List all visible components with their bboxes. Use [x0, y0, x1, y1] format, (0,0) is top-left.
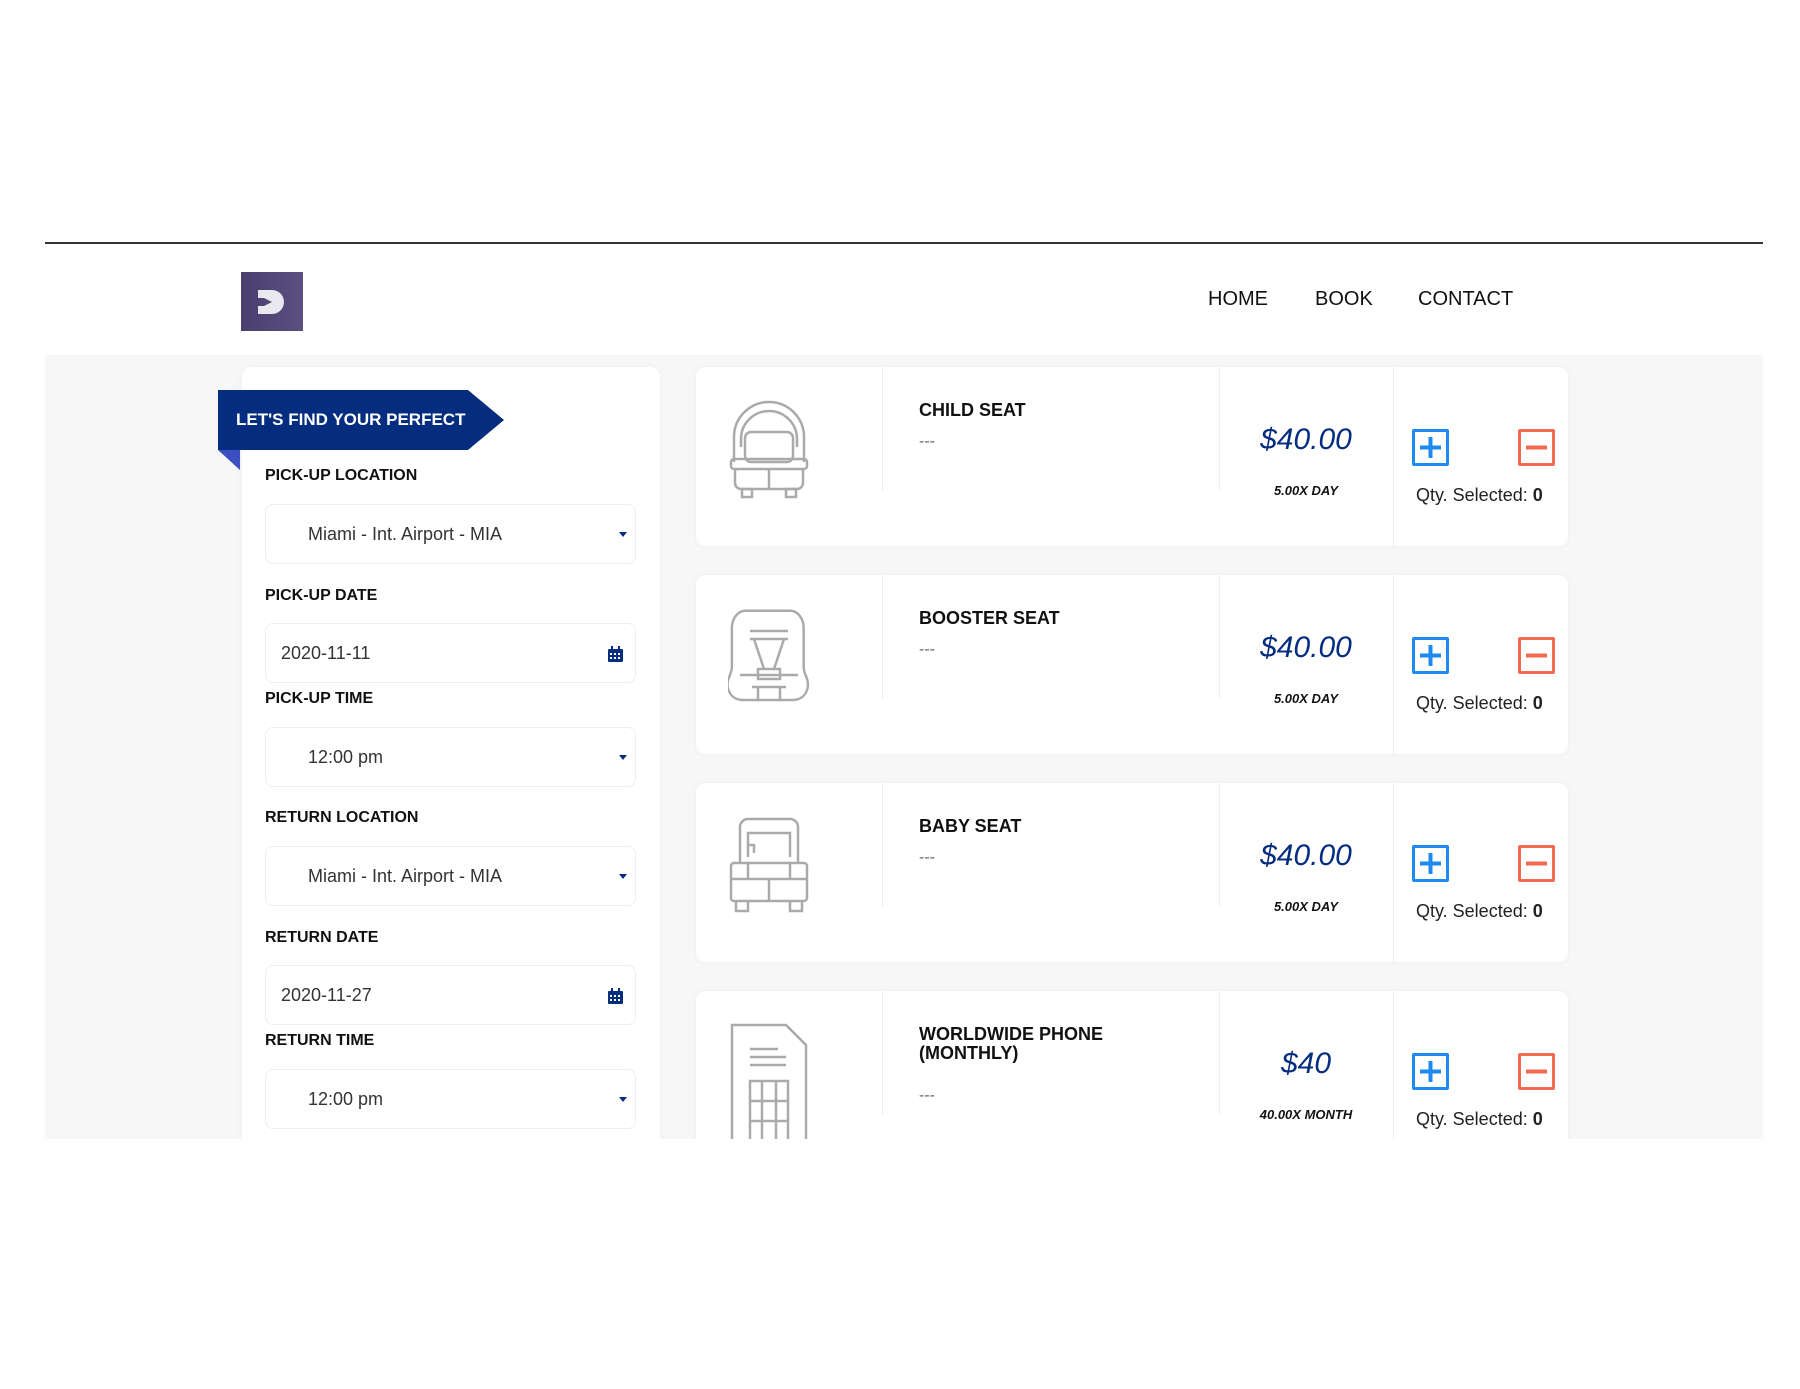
sim-card-icon [728, 1021, 810, 1139]
calendar-icon[interactable] [608, 988, 623, 1004]
minus-icon[interactable] [1518, 429, 1555, 466]
main-content: LET'S FIND YOUR PERFECT CAR PICK-UP LOCA… [45, 355, 1763, 1139]
pickup-location-select[interactable]: Miami - Int. Airport - MIA [265, 504, 636, 564]
return-location-value: Miami - Int. Airport - MIA [308, 865, 503, 886]
extra-description: --- [919, 641, 935, 658]
extra-title: BABY SEAT [919, 816, 1022, 836]
nav-home[interactable]: HOME [1208, 288, 1268, 311]
qty-label: Qty. Selected: [1416, 485, 1528, 505]
divider [1393, 783, 1394, 962]
pickup-date-value: 2020-11-11 [281, 642, 371, 663]
divider [1393, 575, 1394, 754]
extra-description: --- [919, 1087, 935, 1104]
extra-card: BABY SEAT --- $40.00 5.00X DAY Qty. Sele… [696, 783, 1568, 962]
extra-price: $40 [1280, 1047, 1332, 1080]
qty-selected: Qty. Selected: 0 [1416, 901, 1543, 922]
calendar-icon[interactable] [608, 646, 623, 662]
qty-selected: Qty. Selected: 0 [1416, 485, 1543, 506]
qty-value: 0 [1532, 901, 1543, 921]
minus-icon[interactable] [1518, 845, 1555, 882]
divider [1393, 991, 1394, 1139]
divider [1393, 367, 1394, 546]
pickup-location-label: PICK-UP LOCATION [265, 467, 418, 484]
extra-description: --- [919, 433, 935, 450]
chevron-down-icon [619, 1097, 627, 1102]
extra-price-unit: 40.00X MONTH [1259, 1107, 1353, 1122]
qty-selected: Qty. Selected: 0 [1416, 1109, 1543, 1130]
extra-title: BOOSTER SEAT [919, 608, 1060, 628]
pickup-time-select[interactable]: 12:00 pm [265, 727, 636, 787]
minus-icon[interactable] [1518, 637, 1555, 674]
pickup-date-input[interactable]: 2020-11-11 [265, 623, 636, 683]
divider [882, 991, 883, 1115]
chevron-down-icon [619, 874, 627, 879]
return-date-value: 2020-11-27 [281, 984, 372, 1005]
chevron-down-icon [619, 532, 627, 537]
nav-contact[interactable]: CONTACT [1418, 288, 1513, 311]
extra-title: CHILD SEAT [919, 400, 1026, 420]
return-time-select[interactable]: 12:00 pm [265, 1069, 636, 1129]
return-date-label: RETURN DATE [265, 929, 379, 946]
return-time-value: 12:00 pm [308, 1088, 384, 1109]
qty-value: 0 [1532, 1109, 1543, 1129]
plus-icon[interactable] [1412, 429, 1449, 466]
divider [882, 575, 883, 699]
return-location-select[interactable]: Miami - Int. Airport - MIA [265, 846, 636, 906]
return-date-input[interactable]: 2020-11-27 [265, 965, 636, 1025]
qty-value: 0 [1532, 485, 1543, 505]
search-banner: LET'S FIND YOUR PERFECT CAR [218, 390, 504, 450]
qty-value: 0 [1532, 693, 1543, 713]
logo[interactable] [241, 272, 303, 331]
return-time-label: RETURN TIME [265, 1032, 375, 1049]
extra-card: BOOSTER SEAT --- $40.00 5.00X DAY Qty. S… [696, 575, 1568, 754]
extra-price: $40.00 [1260, 423, 1352, 456]
qty-selected: Qty. Selected: 0 [1416, 693, 1543, 714]
nav-book[interactable]: BOOK [1315, 288, 1373, 311]
banner-fold [218, 450, 240, 470]
return-location-label: RETURN LOCATION [265, 809, 419, 826]
baby-seat-icon [728, 813, 810, 922]
pickup-time-value: 12:00 pm [308, 746, 384, 767]
extra-title: WORLDWIDE PHONE (MONTHLY) [919, 1024, 1103, 1063]
extra-price-unit: 5.00X DAY [1273, 483, 1339, 498]
booster-seat-icon [726, 605, 810, 714]
child-seat-icon [728, 397, 810, 506]
extra-card: WORLDWIDE PHONE (MONTHLY) --- $40 40.00X… [696, 991, 1568, 1139]
plus-icon[interactable] [1412, 845, 1449, 882]
pickup-time-label: PICK-UP TIME [265, 690, 374, 707]
chevron-down-icon [619, 755, 627, 760]
extra-price-unit: 5.00X DAY [1273, 691, 1339, 706]
divider [882, 783, 883, 907]
pickup-date-label: PICK-UP DATE [265, 587, 378, 604]
qty-label: Qty. Selected: [1416, 1109, 1528, 1129]
plus-icon[interactable] [1412, 1053, 1449, 1090]
extra-description: --- [919, 849, 935, 866]
qty-label: Qty. Selected: [1416, 693, 1528, 713]
extra-price: $40.00 [1260, 839, 1352, 872]
minus-icon[interactable] [1518, 1053, 1555, 1090]
extra-card: CHILD SEAT --- $40.00 5.00X DAY Qty. Sel… [696, 367, 1568, 546]
divider [882, 367, 883, 491]
extra-price-unit: 5.00X DAY [1273, 899, 1339, 914]
extra-price: $40.00 [1260, 631, 1352, 664]
qty-label: Qty. Selected: [1416, 901, 1528, 921]
plus-icon[interactable] [1412, 637, 1449, 674]
pickup-location-value: Miami - Int. Airport - MIA [308, 523, 503, 544]
